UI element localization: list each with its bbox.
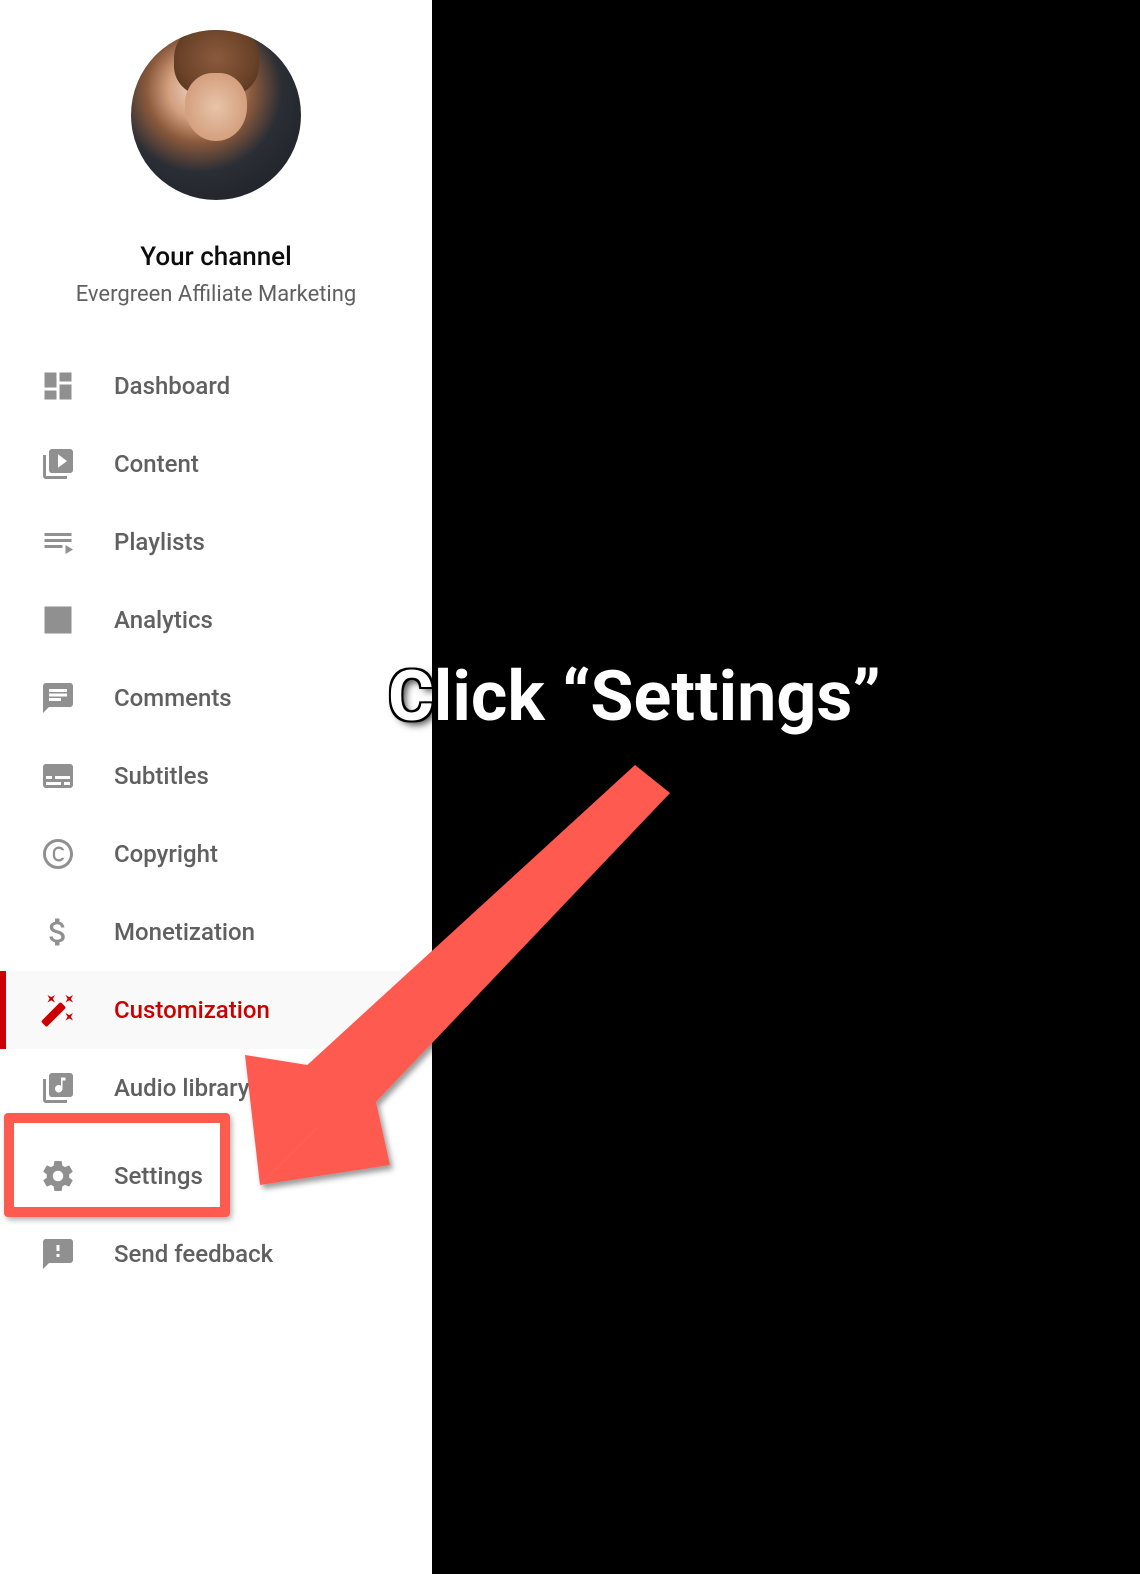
sidebar-item-audio-library[interactable]: Audio library (0, 1049, 432, 1127)
nav-label: Copyright (114, 840, 218, 868)
analytics-icon (40, 602, 76, 638)
customization-icon (40, 992, 76, 1028)
nav-label: Comments (114, 684, 232, 712)
settings-icon (40, 1158, 76, 1194)
nav-label: Subtitles (114, 762, 209, 790)
channel-name: Evergreen Affiliate Marketing (76, 282, 357, 307)
content-icon (40, 446, 76, 482)
annotation-text: Click “Settings” (388, 656, 881, 738)
channel-header: Your channel Evergreen Affiliate Marketi… (0, 0, 432, 347)
channel-title: Your channel (140, 242, 291, 272)
nav-label: Content (114, 450, 199, 478)
nav-label: Send feedback (114, 1240, 273, 1268)
sidebar-item-settings[interactable]: Settings (0, 1137, 432, 1215)
sidebar-item-copyright[interactable]: Copyright (0, 815, 432, 893)
nav-label: Customization (114, 996, 270, 1024)
monetization-icon (40, 914, 76, 950)
main-nav: Dashboard Content Playlists Analytics Co… (0, 347, 432, 1127)
nav-label: Monetization (114, 918, 255, 946)
playlists-icon (40, 524, 76, 560)
sidebar-item-analytics[interactable]: Analytics (0, 581, 432, 659)
subtitles-icon (40, 758, 76, 794)
feedback-icon (40, 1236, 76, 1272)
sidebar-item-dashboard[interactable]: Dashboard (0, 347, 432, 425)
dashboard-icon (40, 368, 76, 404)
sidebar-item-content[interactable]: Content (0, 425, 432, 503)
nav-label: Playlists (114, 528, 205, 556)
sidebar-item-comments[interactable]: Comments (0, 659, 432, 737)
copyright-icon (40, 836, 76, 872)
channel-avatar[interactable] (131, 30, 301, 200)
bottom-nav: Settings Send feedback (0, 1137, 432, 1293)
nav-label: Settings (114, 1162, 203, 1190)
youtube-studio-sidebar: Your channel Evergreen Affiliate Marketi… (0, 0, 432, 1574)
nav-label: Audio library (114, 1074, 250, 1102)
sidebar-item-send-feedback[interactable]: Send feedback (0, 1215, 432, 1293)
audio-library-icon (40, 1070, 76, 1106)
sidebar-item-playlists[interactable]: Playlists (0, 503, 432, 581)
sidebar-item-monetization[interactable]: Monetization (0, 893, 432, 971)
sidebar-item-customization[interactable]: Customization (0, 971, 432, 1049)
sidebar-item-subtitles[interactable]: Subtitles (0, 737, 432, 815)
nav-label: Analytics (114, 606, 213, 634)
nav-label: Dashboard (114, 372, 230, 400)
comments-icon (40, 680, 76, 716)
